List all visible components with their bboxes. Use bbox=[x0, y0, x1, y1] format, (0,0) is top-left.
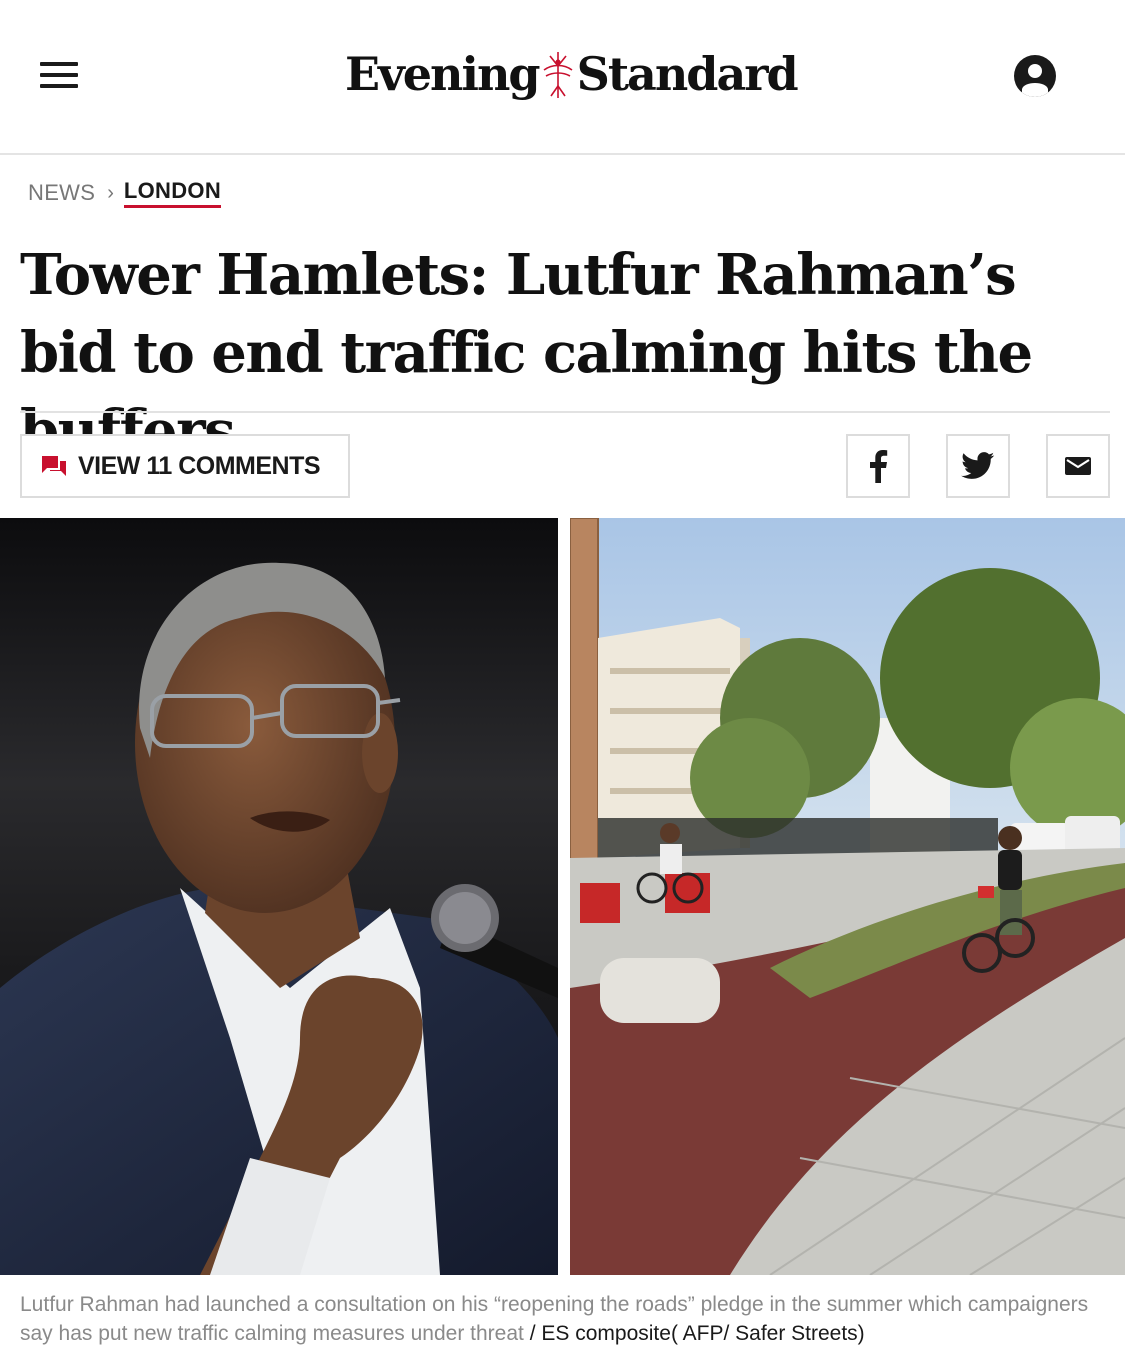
logo-eros-icon bbox=[543, 52, 573, 98]
chevron-right-icon: › bbox=[107, 181, 114, 204]
user-account-icon[interactable] bbox=[1014, 55, 1056, 97]
twitter-icon bbox=[961, 452, 995, 479]
article-image-portrait bbox=[0, 518, 558, 1275]
view-comments-label: VIEW 11 COMMENTS bbox=[78, 451, 321, 480]
menu-line bbox=[40, 84, 78, 88]
article-image-street bbox=[570, 518, 1125, 1275]
menu-line bbox=[40, 73, 78, 77]
facebook-icon bbox=[870, 450, 888, 483]
email-icon bbox=[1065, 457, 1091, 475]
breadcrumb-london-link[interactable]: LONDON bbox=[123, 178, 222, 208]
share-facebook-button[interactable] bbox=[846, 434, 910, 498]
menu-line bbox=[40, 62, 78, 66]
caption-separator: / bbox=[523, 1322, 542, 1345]
image-caption: Lutfur Rahman had launched a consultatio… bbox=[20, 1290, 1110, 1348]
comment-bubbles-icon bbox=[42, 456, 66, 476]
share-email-button[interactable] bbox=[1046, 434, 1110, 498]
site-header: Evening Standard bbox=[0, 0, 1125, 155]
logo-text-left: Evening bbox=[345, 47, 541, 101]
hamburger-menu-icon[interactable] bbox=[40, 62, 80, 90]
breadcrumb-news-link[interactable]: NEWS bbox=[28, 180, 95, 206]
site-logo[interactable]: Evening Standard bbox=[345, 44, 799, 104]
headline-divider bbox=[20, 411, 1110, 413]
caption-credit: ES composite( AFP/ Safer Streets) bbox=[541, 1322, 865, 1345]
breadcrumb: NEWS › LONDON bbox=[28, 178, 222, 208]
view-comments-button[interactable]: VIEW 11 COMMENTS bbox=[20, 434, 350, 498]
logo-text-right: Standard bbox=[576, 47, 799, 101]
share-twitter-button[interactable] bbox=[946, 434, 1010, 498]
